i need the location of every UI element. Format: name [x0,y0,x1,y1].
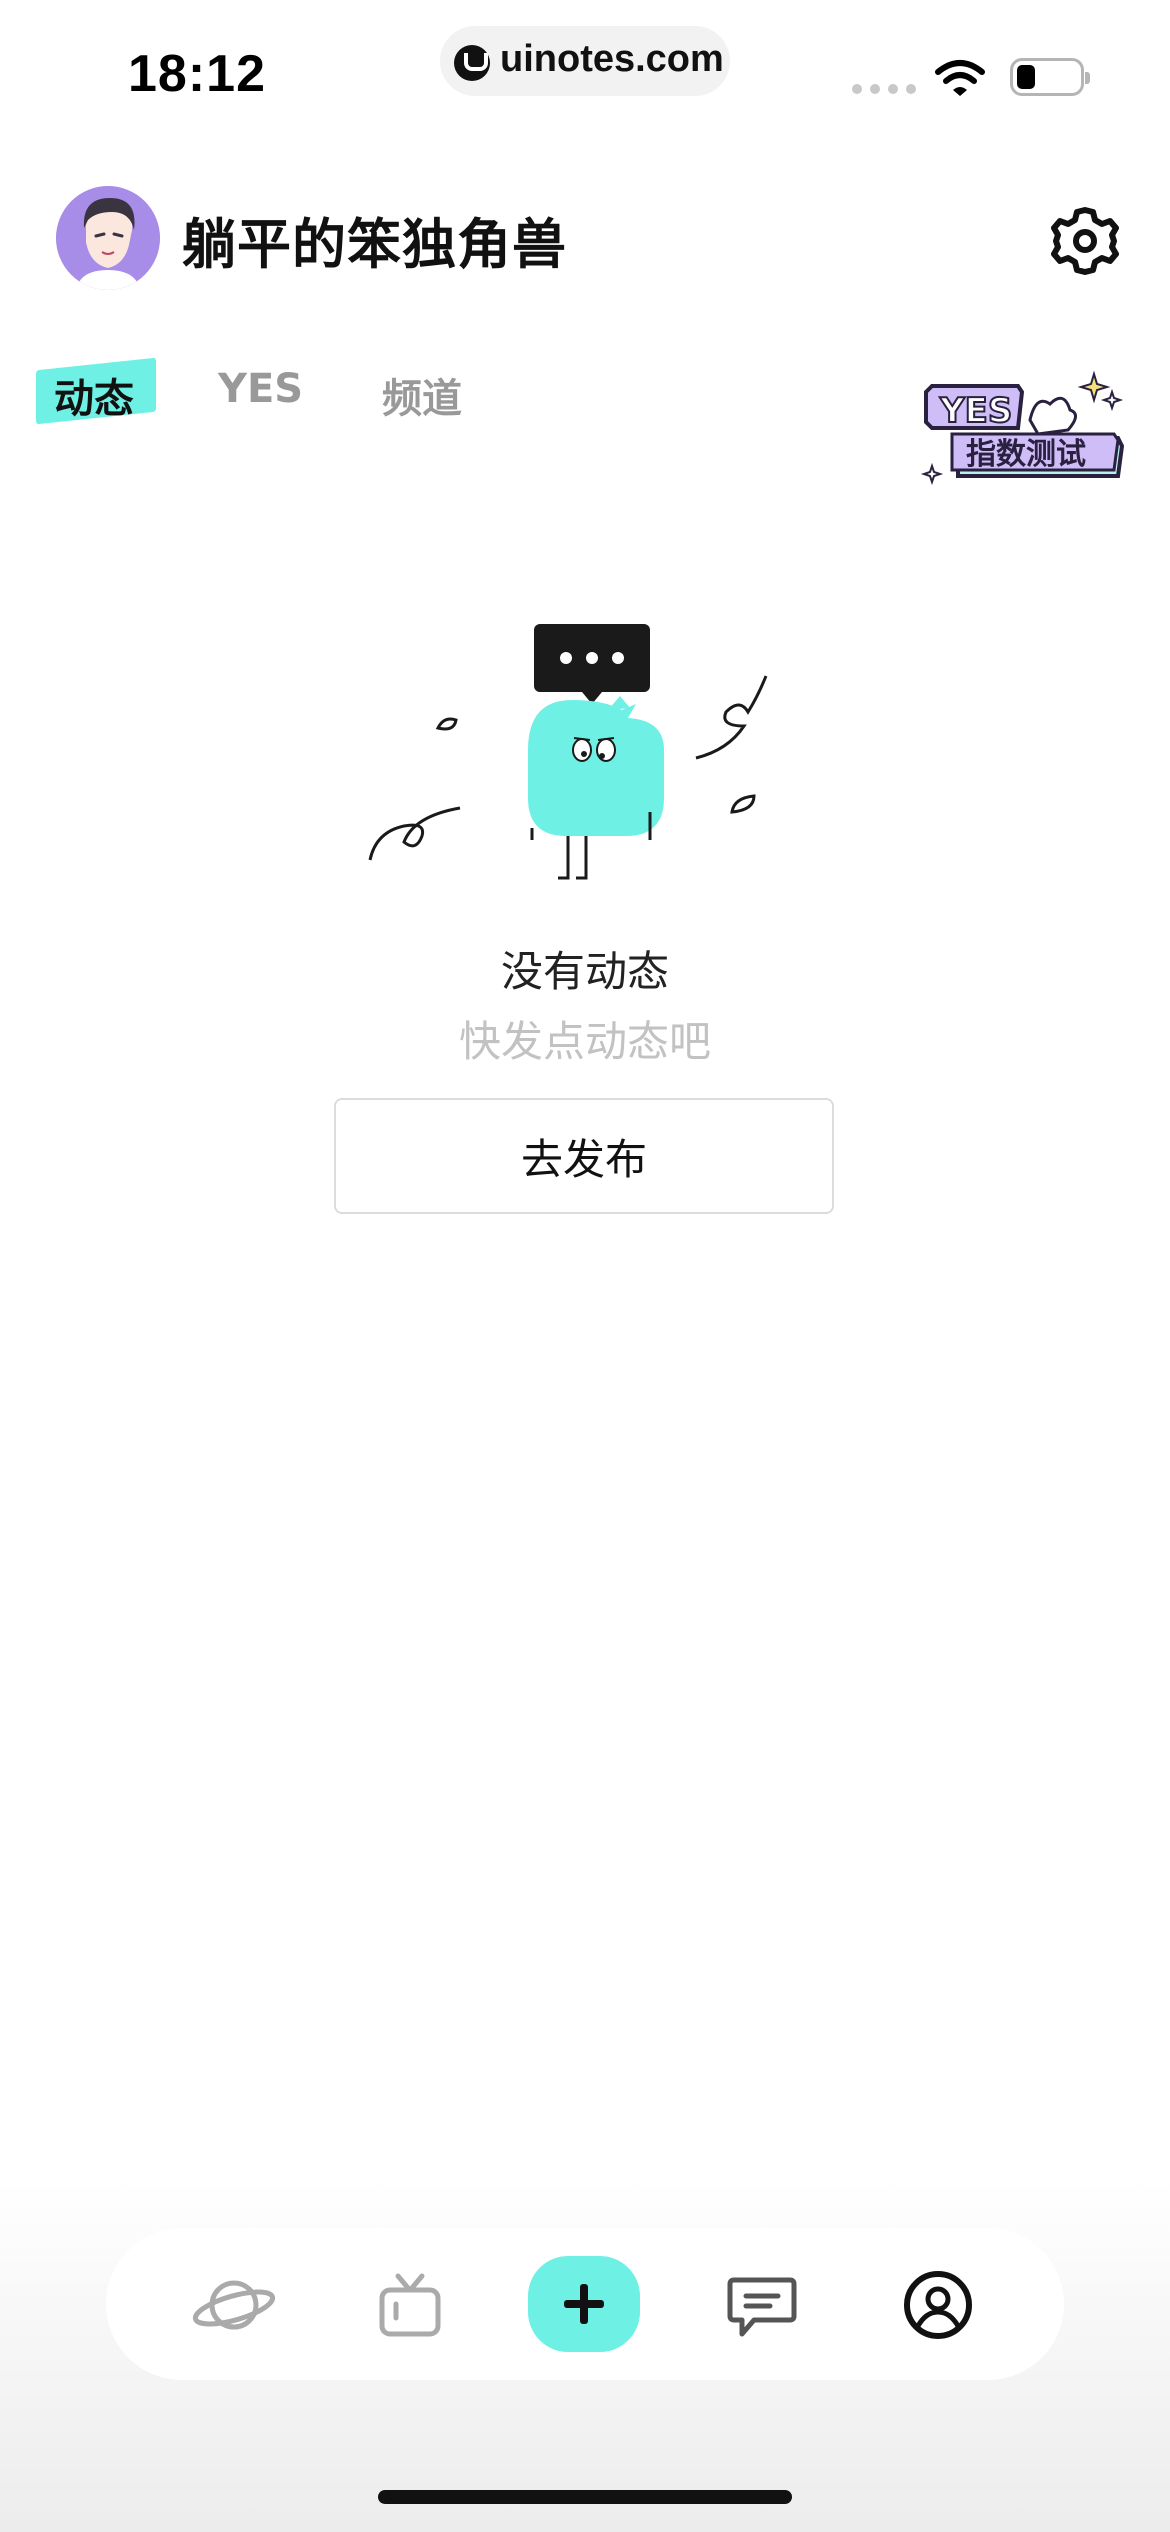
avatar[interactable] [56,186,160,290]
tab-dynamics[interactable]: 动态 [54,366,134,424]
status-time: 18:12 [128,45,266,103]
empty-state-title: 没有动态 [500,947,669,996]
avatar-illustration-icon [56,186,160,290]
tab-channels[interactable]: 频道 [382,366,462,424]
empty-state-illustration [368,624,768,880]
profile-icon[interactable] [896,2270,980,2340]
empty-state-subtitle: 快发点动态吧 [458,1017,711,1066]
yes-index-test-badge[interactable]: YES 指数测试 [918,364,1124,492]
yes-badge-line2: 指数测试 [966,437,1086,472]
yes-badge-line1: YES [939,391,1012,431]
bottom-nav [106,2228,1064,2380]
username: 躺平的笨独角兽 [182,213,567,276]
cellular-signal-icon [852,84,916,94]
url-text: uinotes.com [500,38,724,80]
publish-button[interactable]: 去发布 [334,1098,834,1214]
site-logo-icon [454,45,490,81]
url-pill[interactable]: uinotes.com [440,26,730,96]
tv-icon[interactable] [368,2270,452,2340]
message-icon[interactable] [720,2270,804,2340]
home-indicator[interactable] [378,2490,792,2504]
planet-icon[interactable] [192,2270,276,2340]
plus-icon[interactable] [528,2256,640,2352]
profile-screen: 18:12 uinotes.com 躺平的笨独角兽 动态 YES 频道 YES … [0,0,1170,2532]
tab-yes[interactable]: YES [218,366,303,412]
battery-icon [1010,58,1090,96]
gear-icon[interactable] [1048,204,1122,278]
status-bar: 18:12 uinotes.com [0,0,1170,130]
wifi-icon [935,60,985,96]
